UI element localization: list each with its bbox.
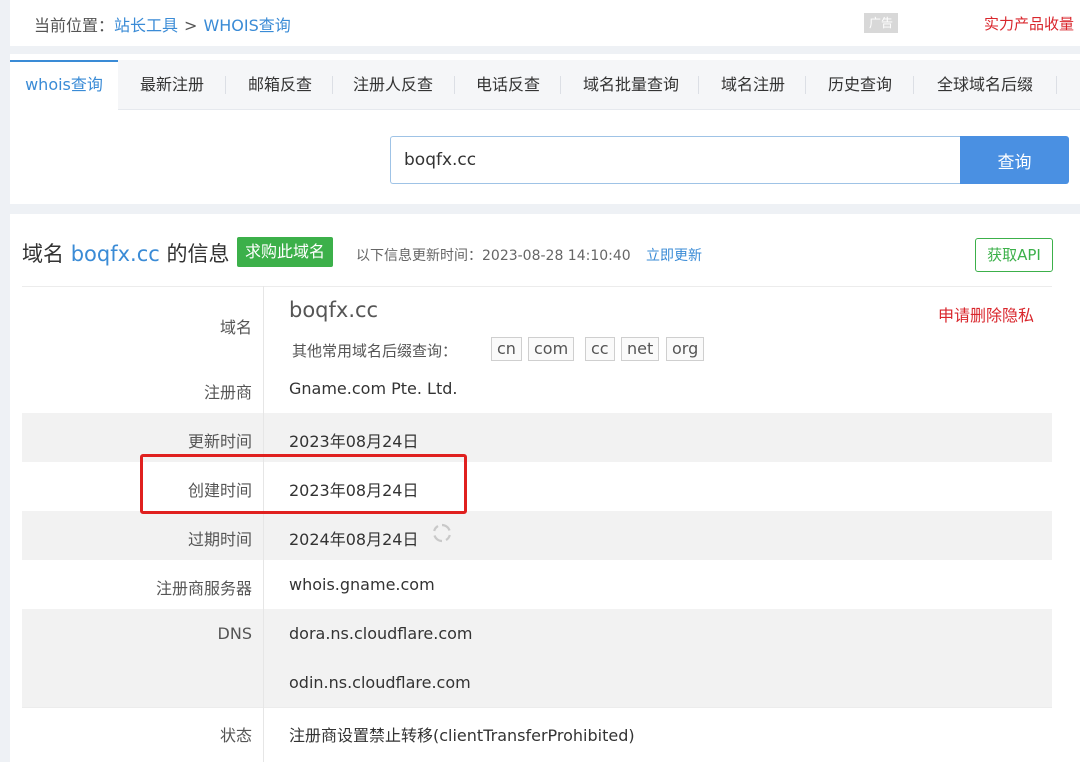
tab-whois[interactable]: whois查询 (10, 60, 118, 111)
tab-divider (805, 76, 806, 94)
expires-value: 2024年08月24日 (289, 530, 419, 549)
updated-value: 2023年08月24日 (289, 432, 419, 451)
get-api-button[interactable]: 获取API (975, 238, 1053, 272)
suffix-com-link[interactable]: com (528, 337, 575, 361)
title-domain: boqfx.cc (70, 242, 160, 266)
created-date-highlight-box (140, 454, 467, 514)
tab-divider (225, 76, 226, 94)
suffix-cc-link[interactable]: cc (585, 337, 615, 361)
search-panel: whois查询 最新注册 邮箱反查 注册人反查 电话反查 域名批量查询 域名注册… (10, 54, 1080, 204)
domain-label: 域名 (219, 318, 252, 337)
refresh-icon[interactable] (432, 523, 452, 543)
tab-latest-registered[interactable]: 最新注册 (128, 60, 216, 110)
tab-divider (560, 76, 561, 94)
suffix-org-link[interactable]: org (666, 337, 705, 361)
status-value: 注册商设置禁止转移(clientTransferProhibited) (289, 726, 635, 745)
breadcrumb-bar: 当前位置：站长工具 > WHOIS查询 广告 实力产品收量 (10, 0, 1080, 46)
whois-info-card: 域名 boqfx.cc 的信息 求购此域名 以下信息更新时间：2023-08-2… (10, 214, 1080, 762)
dns-label: DNS (217, 624, 252, 643)
breadcrumb: 当前位置：站长工具 > WHOIS查询 (34, 12, 291, 36)
expires-label: 过期时间 (187, 530, 252, 549)
query-button[interactable]: 查询 (960, 136, 1069, 184)
breadcrumb-current[interactable]: WHOIS查询 (203, 16, 290, 35)
tab-global-suffix[interactable]: 全球域名后缀 (924, 60, 1046, 110)
tab-divider (698, 76, 699, 94)
whois-server-value: whois.gname.com (289, 575, 435, 594)
whois-server-label: 注册商服务器 (155, 579, 252, 598)
suffix-cn-link[interactable]: cn (491, 337, 522, 361)
tab-divider (1056, 76, 1057, 94)
suffix-query-label: 其他常用域名后缀查询： (292, 342, 458, 360)
title-prefix: 域名 (22, 242, 71, 266)
domain-search-input[interactable] (390, 136, 960, 184)
tab-phone-reverse[interactable]: 电话反查 (466, 60, 550, 110)
status-label: 状态 (219, 726, 252, 745)
page-title: 域名 boqfx.cc 的信息 (22, 238, 229, 268)
tab-history[interactable]: 历史查询 (816, 60, 904, 110)
suffix-net-link[interactable]: net (621, 337, 660, 361)
updated-label: 更新时间 (187, 432, 252, 451)
breadcrumb-prefix: 当前位置： (34, 16, 115, 35)
tab-batch-query[interactable]: 域名批量查询 (572, 60, 690, 110)
registrar-value: Gname.com Pte. Ltd. (289, 379, 458, 398)
tab-email-reverse[interactable]: 邮箱反查 (236, 60, 324, 110)
column-divider (263, 286, 264, 762)
domain-value: boqfx.cc (289, 298, 379, 322)
breadcrumb-separator: > (184, 16, 198, 35)
ad-link[interactable]: 实力产品收量 (984, 13, 1074, 34)
tab-divider (454, 76, 455, 94)
tab-domain-register[interactable]: 域名注册 (710, 60, 796, 110)
delete-privacy-link[interactable]: 申请删除隐私 (938, 302, 1034, 326)
tab-divider (332, 76, 333, 94)
title-suffix: 的信息 (159, 242, 230, 266)
registrar-label: 注册商 (203, 383, 252, 402)
tool-tabs: whois查询 最新注册 邮箱反查 注册人反查 电话反查 域名批量查询 域名注册… (10, 60, 1080, 111)
divider (22, 286, 1052, 287)
breadcrumb-home-link[interactable]: 站长工具 (114, 16, 178, 35)
buy-domain-button[interactable]: 求购此域名 (237, 237, 334, 267)
update-now-link[interactable]: 立即更新 (646, 245, 702, 265)
divider (22, 707, 1052, 708)
tab-registrant-reverse[interactable]: 注册人反查 (343, 60, 443, 110)
dns-server-1: dora.ns.cloudflare.com (289, 624, 473, 643)
dns-server-2: odin.ns.cloudflare.com (289, 673, 471, 692)
ad-badge: 广告 (864, 13, 898, 33)
update-time-text: 以下信息更新时间：2023-08-28 14:10:40 (356, 248, 631, 264)
tab-divider (913, 76, 914, 94)
